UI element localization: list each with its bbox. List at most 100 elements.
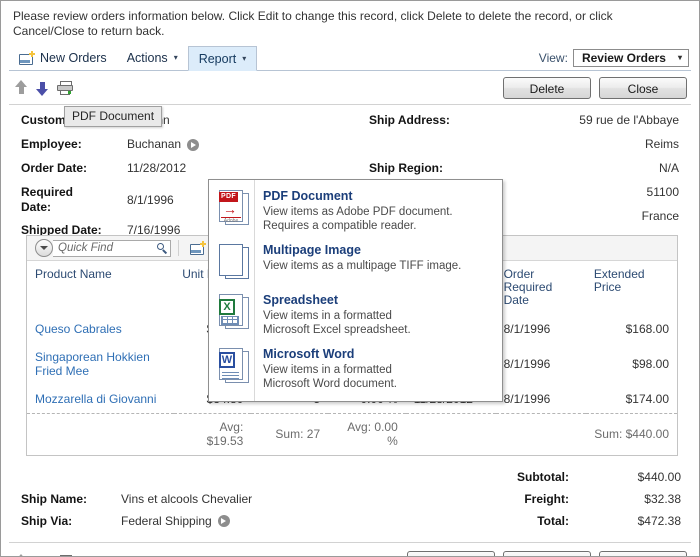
- menu-item-desc-line2: Requires a compatible reader.: [263, 220, 417, 232]
- quick-find-input[interactable]: Quick Find: [53, 239, 171, 257]
- cell-extended-price: $168.00: [625, 322, 669, 336]
- next-record-icon[interactable]: [36, 80, 49, 96]
- cell-product-name[interactable]: Mozzarella di Giovanni: [35, 392, 156, 406]
- field-value: $32.38: [644, 492, 681, 506]
- report-label: Report: [198, 51, 237, 66]
- menu-item-title: PDF Document: [263, 189, 353, 203]
- excel-spreadsheet-icon: X: [217, 293, 254, 333]
- field-ship-via: Ship Via: Federal Shipping: [21, 510, 439, 532]
- pdf-file-icon: PDF → Adobe: [217, 189, 254, 229]
- edit-button[interactable]: Edit: [407, 551, 495, 556]
- footer-fields: Ship Name: Vins et alcools Chevalier Shi…: [9, 466, 691, 532]
- view-dropdown[interactable]: Review Orders ▾: [572, 49, 689, 67]
- menu-item-multipage-image[interactable]: Multipage Image View items as a multipag…: [209, 238, 502, 288]
- field-ship-region: Ship Region: N/A: [357, 161, 679, 177]
- field-value: 51100: [646, 185, 679, 199]
- quick-find-placeholder: Quick Find: [58, 242, 113, 254]
- column-header-order-required-date[interactable]: Order Required Date: [496, 261, 586, 315]
- footer-left-column: Ship Name: Vins et alcools Chevalier Shi…: [9, 466, 439, 532]
- quick-find-group[interactable]: Quick Find: [35, 239, 171, 257]
- field-value: $472.38: [637, 514, 681, 528]
- previous-record-icon[interactable]: [15, 80, 28, 96]
- top-divider: [9, 104, 691, 105]
- column-header-extended-price[interactable]: Extended Price: [586, 261, 677, 315]
- field-value: 11/28/2012: [127, 161, 187, 175]
- field-label: Ship Name:: [21, 492, 88, 506]
- menu-item-pdf-document[interactable]: PDF → Adobe PDF Document View items as A…: [209, 184, 502, 238]
- menu-item-spreadsheet[interactable]: X Spreadsheet View items in a formatted …: [209, 288, 502, 342]
- chevron-down-icon: ▾: [242, 53, 247, 63]
- cell-extended-price: $98.00: [632, 357, 669, 371]
- column-header-product-name[interactable]: Product Name: [27, 261, 174, 315]
- delete-button-top[interactable]: Delete: [503, 77, 591, 99]
- chevron-down-icon: ▾: [677, 53, 682, 62]
- field-freight: Freight: $32.38: [439, 488, 681, 510]
- grid-totals-row: Avg: $19.53 Sum: 27 Avg: 0.00 % Sum: $44…: [27, 413, 677, 455]
- totals-unit-price: Avg: $19.53: [174, 413, 252, 455]
- menu-item-desc-line1: View items in a formatted: [263, 310, 392, 322]
- totals-discount: Avg: 0.00 %: [328, 413, 406, 455]
- field-total: Total: $472.38: [439, 510, 681, 532]
- totals-spacer: [495, 413, 586, 455]
- bottom-button-group: Edit Delete Close: [407, 551, 691, 556]
- menu-item-microsoft-word[interactable]: W Microsoft Word View items in a formatt…: [209, 342, 502, 396]
- cell-product-name[interactable]: Queso Cabrales: [35, 322, 122, 336]
- field-value: France: [641, 209, 679, 223]
- bottom-divider: [9, 542, 691, 543]
- actions-menu-button[interactable]: Actions ▾: [117, 46, 188, 70]
- totals-quantity: Sum: 27: [251, 413, 329, 455]
- field-value: Vins et alcools Chevalier: [121, 492, 253, 506]
- view-selector[interactable]: View: Review Orders ▾: [539, 46, 691, 70]
- report-menu-button[interactable]: Report ▾: [187, 46, 258, 71]
- field-label: Ship Address:: [369, 113, 450, 127]
- word-document-icon: W: [217, 347, 254, 387]
- field-label: Freight:: [524, 492, 569, 506]
- menu-item-desc-line1: View items as a multipage TIFF image.: [263, 260, 462, 272]
- field-label: Total:: [537, 514, 569, 528]
- cell-required-date: 8/1/1996: [503, 392, 551, 406]
- field-ship-name: Ship Name: Vins et alcools Chevalier: [21, 488, 439, 510]
- field-subtotal: Subtotal: $440.00: [439, 466, 681, 488]
- field-value: $440.00: [637, 470, 681, 484]
- pdf-document-tooltip: PDF Document: [64, 106, 163, 127]
- lookup-arrow-icon[interactable]: [217, 515, 230, 527]
- field-ship-city: Reims: [357, 137, 679, 153]
- pdf-badge-label: PDF: [219, 192, 238, 202]
- bottom-bar: Edit Delete Close: [9, 550, 691, 556]
- cell-required-date: 8/1/1996: [503, 322, 551, 336]
- field-order-date: Order Date: 11/28/2012: [9, 161, 349, 177]
- field-ship-address: Ship Address: 59 rue de l'Abbaye: [357, 113, 679, 129]
- menu-item-desc-line1: View items as Adobe PDF document.: [263, 206, 453, 218]
- menu-item-title: Multipage Image: [263, 243, 361, 257]
- field-value: 8/1/1996: [127, 193, 174, 207]
- close-button-bottom[interactable]: Close: [599, 551, 687, 556]
- field-customer: Customer: rn Conn: [9, 113, 349, 129]
- field-label: Required Date:: [21, 185, 74, 214]
- field-value: 59 rue de l'Abbaye: [579, 113, 679, 127]
- order-review-window: Please review orders information below. …: [0, 0, 700, 557]
- new-record-icon: [190, 241, 206, 255]
- report-dropdown-menu[interactable]: PDF → Adobe PDF Document View items as A…: [208, 179, 503, 402]
- print-icon[interactable]: [57, 80, 73, 96]
- field-value: Buchanan: [127, 137, 182, 151]
- new-record-icon: [19, 51, 35, 65]
- page-instruction: Please review orders information below. …: [13, 9, 613, 38]
- delete-button-bottom[interactable]: Delete: [503, 551, 591, 556]
- field-label: Ship Region:: [369, 161, 443, 175]
- main-action-bar: New Orders Actions ▾ Report ▾ View: Revi…: [9, 46, 691, 71]
- footer-spacer-row: [21, 466, 439, 488]
- new-orders-button[interactable]: New Orders: [9, 46, 117, 70]
- toolbar-divider: [178, 240, 179, 256]
- cell-product-name[interactable]: Singaporean Hokkien Fried Mee: [35, 350, 150, 378]
- field-label: Employee:: [21, 137, 82, 151]
- field-value: N/A: [658, 161, 679, 175]
- totals-spacer: [27, 413, 175, 455]
- search-icon[interactable]: [157, 242, 168, 254]
- cell-extended-price: $174.00: [625, 392, 669, 406]
- lookup-arrow-icon[interactable]: [187, 138, 200, 151]
- close-button-top[interactable]: Close: [599, 77, 687, 99]
- view-label: View:: [538, 51, 568, 65]
- totals-extended-price: Sum: $440.00: [585, 413, 677, 455]
- quick-find-options-icon[interactable]: [35, 239, 53, 257]
- actions-label: Actions: [126, 51, 168, 65]
